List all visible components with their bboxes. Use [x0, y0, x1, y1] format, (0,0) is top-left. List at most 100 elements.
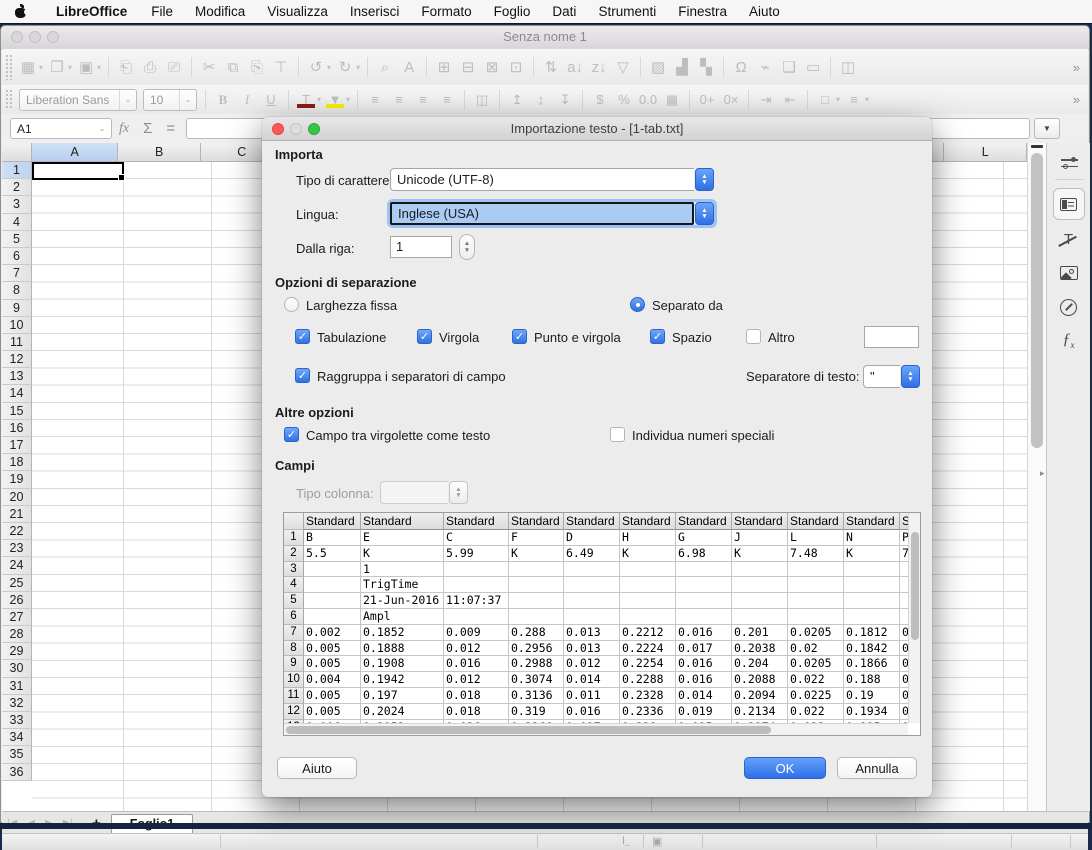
semicolon-checkbox[interactable]: ✓ [512, 329, 527, 344]
select-all-corner[interactable] [2, 143, 32, 162]
highlight-color-icon[interactable]: ▼ [323, 90, 347, 109]
menu-modifica[interactable]: Modifica [184, 4, 256, 19]
sidebar-item-gallery[interactable] [1054, 258, 1084, 288]
dialog-title-bar[interactable]: Importazione testo - [1-tab.txt] [262, 117, 932, 141]
sidebar-item-properties[interactable] [1053, 188, 1085, 220]
insert-columns-icon[interactable]: ⊟ [456, 56, 480, 78]
other-separator-input[interactable] [864, 326, 919, 348]
paste-icon[interactable]: ⎘ [245, 56, 269, 78]
sidebar-toggle-arrow[interactable]: ▸ [1040, 468, 1045, 479]
row-header-9[interactable]: 9 [2, 300, 32, 317]
menu-visualizza[interactable]: Visualizza [256, 4, 339, 19]
border-style-icon[interactable]: ≡ [842, 90, 866, 109]
charset-combo[interactable]: Unicode (UTF-8) ▲▼ [390, 168, 714, 191]
vertical-scrollbar[interactable]: ▸ [1027, 143, 1046, 811]
open-icon[interactable]: ❐ [45, 56, 69, 78]
quoted-as-text-checkbox[interactable]: ✓ [284, 427, 299, 442]
row-header-8[interactable]: 8 [2, 282, 32, 299]
document-modified-icon[interactable]: ▣ [652, 835, 662, 848]
separated-by-radio[interactable] [630, 297, 645, 312]
preview-column-header-4[interactable]: Standard [509, 513, 564, 530]
row-header-26[interactable]: 26 [2, 592, 32, 609]
row-header-14[interactable]: 14 [2, 385, 32, 402]
autofilter-icon[interactable]: ▽ [611, 56, 635, 78]
row-header-35[interactable]: 35 [2, 746, 32, 763]
special-character-icon[interactable]: Ω [729, 56, 753, 78]
align-right-icon[interactable]: ≡ [411, 90, 435, 109]
preview-column-header-5[interactable]: Standard [564, 513, 620, 530]
preview-column-header-2[interactable]: Standard [361, 513, 444, 530]
preview-column-header-11[interactable]: Standard [900, 513, 908, 530]
merge-cells-icon[interactable]: ◫ [470, 90, 494, 109]
cancel-button[interactable]: Annulla [837, 757, 917, 779]
menu-inserisci[interactable]: Inserisci [339, 4, 411, 19]
find-replace-icon[interactable]: ⌕ [373, 56, 397, 78]
row-header-28[interactable]: 28 [2, 626, 32, 643]
merge-delimiters-checkbox[interactable]: ✓ [295, 368, 310, 383]
scrollbar-thumb[interactable] [286, 726, 771, 734]
insert-image-icon[interactable]: ▨ [646, 56, 670, 78]
ok-button[interactable]: OK [744, 757, 826, 779]
toolbar-overflow-button[interactable]: » [1073, 92, 1088, 107]
stepper-icon[interactable]: ▲▼ [695, 202, 714, 225]
borders-icon[interactable]: □ [813, 90, 837, 109]
row-header-31[interactable]: 31 [2, 678, 32, 695]
freeze-panes-icon[interactable]: ◫ [836, 56, 860, 78]
add-decimal-icon[interactable]: 0+ [695, 90, 719, 109]
row-header-20[interactable]: 20 [2, 489, 32, 506]
row-header-10[interactable]: 10 [2, 317, 32, 334]
export-pdf-icon[interactable]: ⎗ [114, 56, 138, 78]
space-checkbox[interactable]: ✓ [650, 329, 665, 344]
delete-rows-icon[interactable]: ⊠ [480, 56, 504, 78]
sidebar-item-functions[interactable]: ƒx [1054, 326, 1084, 356]
chevron-down-icon[interactable]: ⌄ [119, 90, 136, 110]
equals-icon[interactable]: = [166, 120, 175, 137]
column-header-a[interactable]: A [32, 143, 118, 162]
decrease-indent-icon[interactable]: ⇤ [778, 90, 802, 109]
insert-rows-icon[interactable]: ⊞ [432, 56, 456, 78]
row-header-15[interactable]: 15 [2, 403, 32, 420]
menu-finestra[interactable]: Finestra [667, 4, 738, 19]
new-document-icon[interactable]: ▦ [16, 56, 40, 78]
delete-columns-icon[interactable]: ⊡ [504, 56, 528, 78]
language-combo[interactable]: Inglese (USA) ▲▼ [390, 202, 714, 225]
chevron-down-icon[interactable]: ⌄ [93, 124, 111, 133]
font-size-combo[interactable]: 10 ⌄ [143, 89, 197, 111]
row-header-25[interactable]: 25 [2, 575, 32, 592]
apple-menu-icon[interactable] [14, 5, 27, 18]
row-header-17[interactable]: 17 [2, 437, 32, 454]
align-left-icon[interactable]: ≡ [363, 90, 387, 109]
row-header-2[interactable]: 2 [2, 179, 32, 196]
sum-icon[interactable]: Σ [143, 120, 152, 137]
name-box[interactable]: A1 ⌄ [10, 118, 112, 139]
row-header-5[interactable]: 5 [2, 231, 32, 248]
help-button[interactable]: Aiuto [277, 757, 357, 779]
row-header-24[interactable]: 24 [2, 557, 32, 574]
format-currency-icon[interactable]: $ [588, 90, 612, 109]
row-header-34[interactable]: 34 [2, 729, 32, 746]
sidebar-item-styles[interactable]: T [1054, 224, 1084, 254]
from-row-input[interactable]: 1 [390, 236, 452, 258]
menu-formato[interactable]: Formato [410, 4, 482, 19]
increase-indent-icon[interactable]: ⇥ [754, 90, 778, 109]
headers-footers-icon[interactable]: ▭ [801, 56, 825, 78]
format-number-icon[interactable]: 0.0 [636, 90, 660, 109]
align-bottom-icon[interactable]: ↧ [553, 90, 577, 109]
bold-icon[interactable]: B [211, 90, 235, 109]
save-icon[interactable]: ▣ [74, 56, 98, 78]
insert-chart-icon[interactable]: ▟ [670, 56, 694, 78]
row-header-16[interactable]: 16 [2, 420, 32, 437]
fill-handle[interactable] [118, 174, 125, 181]
clone-formatting-icon[interactable]: ⊤ [269, 56, 293, 78]
row-header-29[interactable]: 29 [2, 643, 32, 660]
row-header-36[interactable]: 36 [2, 764, 32, 781]
menu-file[interactable]: File [140, 4, 184, 19]
sort-ascending-icon[interactable]: a↓ [563, 56, 587, 78]
undo-icon[interactable]: ↺ [304, 56, 328, 78]
format-date-icon[interactable]: ▦ [660, 90, 684, 109]
detect-special-numbers-checkbox[interactable] [610, 427, 625, 442]
toolbar-grip[interactable] [5, 54, 12, 79]
font-color-icon[interactable]: T [294, 90, 318, 109]
pivot-table-icon[interactable]: ▚ [694, 56, 718, 78]
spelling-icon[interactable]: A [397, 56, 421, 78]
